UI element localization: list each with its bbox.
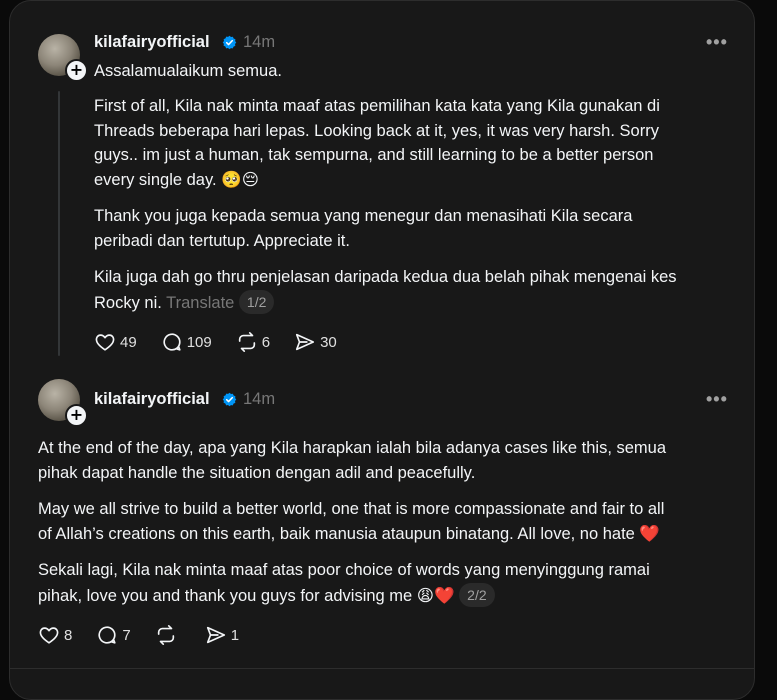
reply-count: 7 bbox=[122, 626, 131, 644]
action-bar: 8 7 1 bbox=[38, 624, 263, 646]
translate-link[interactable]: Translate bbox=[166, 294, 234, 312]
text-line: First of all, Kila nak minta maaf atas p… bbox=[94, 97, 660, 115]
post-paragraph: At the end of the day, apa yang Kila har… bbox=[38, 436, 666, 485]
username[interactable]: kilafairyofficial bbox=[94, 390, 210, 409]
text-line: May we all strive to build a better worl… bbox=[38, 500, 665, 518]
post-paragraph: Kila juga dah go thru penjelasan daripad… bbox=[94, 265, 677, 315]
text-line: At the end of the day, apa yang Kila har… bbox=[38, 439, 667, 457]
post-greeting: Assalamualaikum semua. bbox=[94, 62, 282, 80]
post-paragraph: First of all, Kila nak minta maaf atas p… bbox=[94, 94, 660, 192]
post-paragraph: May we all strive to build a better worl… bbox=[38, 497, 664, 546]
post-paragraph: Thank you juga kepada semua yang menegur… bbox=[94, 204, 632, 253]
follow-plus-icon[interactable]: + bbox=[65, 404, 88, 427]
share-icon bbox=[295, 333, 315, 351]
comment-icon bbox=[163, 333, 181, 351]
verified-badge-icon bbox=[222, 392, 237, 407]
share-count: 1 bbox=[230, 626, 240, 644]
like-button[interactable]: 49 bbox=[94, 331, 137, 353]
text-line: of Allah’s creations on this earth, baik… bbox=[38, 524, 660, 543]
repost-count: 6 bbox=[261, 333, 271, 351]
like-button[interactable]: 8 bbox=[38, 624, 72, 646]
like-count: 8 bbox=[64, 626, 73, 644]
action-bar: 49 109 6 30 bbox=[94, 331, 361, 353]
avatar[interactable]: + bbox=[38, 379, 88, 427]
share-button[interactable]: 1 bbox=[205, 624, 239, 646]
text-line: Sekali lagi, Kila nak minta maaf atas po… bbox=[38, 561, 650, 579]
page-indicator: 2/2 bbox=[459, 582, 495, 607]
repost-icon bbox=[238, 332, 255, 352]
avatar[interactable]: + bbox=[38, 34, 88, 82]
like-count: 49 bbox=[120, 333, 137, 351]
text-line: Thank you juga kepada semua yang menegur… bbox=[94, 207, 633, 225]
text-line: Rocky ni. bbox=[94, 293, 162, 312]
text-line: every single day. 🥺😔 bbox=[94, 170, 259, 189]
share-icon bbox=[206, 626, 225, 644]
text-line: peribadi dan tertutup. Appreciate it. bbox=[94, 231, 350, 250]
repost-button[interactable]: 6 bbox=[236, 331, 270, 353]
reply-count: 109 bbox=[186, 333, 212, 351]
text-line: Threads beberapa hari lepas. Looking bac… bbox=[94, 121, 659, 140]
post-paragraph: Sekali lagi, Kila nak minta maaf atas po… bbox=[38, 558, 650, 608]
comment-icon bbox=[98, 626, 116, 644]
reply-button[interactable]: 109 bbox=[161, 331, 212, 353]
repost-icon bbox=[157, 625, 174, 645]
post-time: 14m bbox=[243, 390, 276, 408]
text-line: pihak, love you and thank you guys for a… bbox=[38, 586, 455, 605]
follow-plus-icon[interactable]: + bbox=[65, 59, 88, 82]
text-line: guys.. im just a human, tak sempurna, an… bbox=[94, 146, 654, 164]
reply-button[interactable]: 7 bbox=[96, 624, 131, 646]
text-line: Kila juga dah go thru penjelasan daripad… bbox=[94, 268, 677, 286]
verified-badge-icon bbox=[222, 35, 237, 50]
more-icon[interactable]: ••• bbox=[706, 32, 728, 53]
thread-line bbox=[58, 91, 60, 356]
text-line: pihak dapat handle the situation dengan … bbox=[38, 463, 476, 482]
page-indicator: 1/2 bbox=[238, 289, 275, 314]
repost-button[interactable] bbox=[155, 624, 181, 646]
divider bbox=[10, 668, 754, 669]
share-count: 30 bbox=[320, 333, 337, 351]
post-time: 14m bbox=[243, 33, 276, 51]
username[interactable]: kilafairyofficial bbox=[94, 33, 210, 52]
heart-icon bbox=[39, 627, 59, 644]
thread-card: + kilafairyofficial 14m ••• Assalamualai… bbox=[9, 0, 755, 700]
more-icon[interactable]: ••• bbox=[706, 389, 728, 410]
share-button[interactable]: 30 bbox=[294, 331, 337, 353]
heart-icon bbox=[95, 334, 115, 351]
